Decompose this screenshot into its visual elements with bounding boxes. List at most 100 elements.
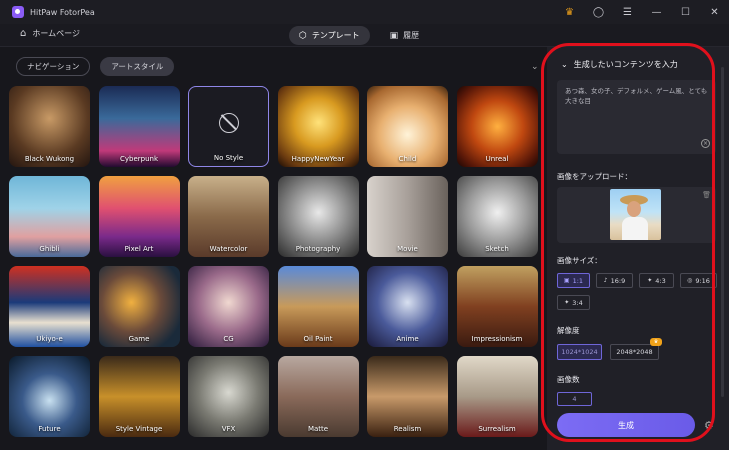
style-card[interactable]: Matte <box>277 356 359 437</box>
style-card-label: Watercolor <box>209 245 248 253</box>
size-4-3[interactable]: ✦ 4:3 <box>639 273 674 288</box>
style-card-label: Black Wukong <box>24 155 75 163</box>
style-card-label: Anime <box>396 335 419 343</box>
tab-history[interactable]: ▣ 履歴 <box>380 26 430 45</box>
style-card[interactable]: CG <box>188 266 269 347</box>
size-1-1[interactable]: ▣ 1:1 <box>557 273 590 288</box>
style-card-label: Pixel Art <box>124 245 154 253</box>
app-title: HitPaw FotorPea <box>30 7 95 17</box>
style-card-label: Surrealism <box>478 425 516 433</box>
style-card-label: Cyberpunk <box>119 155 159 163</box>
style-card-label: CG <box>223 335 234 343</box>
style-card-label: Ukiyo-e <box>36 335 63 343</box>
prompt-input[interactable]: あつ森、女の子、デフォルメ、ゲーム風、とても大きな目 × <box>557 80 716 154</box>
minimize-icon[interactable]: — <box>642 0 671 24</box>
style-card[interactable]: HappyNewYear <box>277 86 359 167</box>
square-icon: ▣ <box>563 277 570 284</box>
app-window: HitPaw FotorPea ♛ ◯ ☰ — ☐ ✕ ⌂ ホームページ ⬡ テ… <box>0 0 729 450</box>
collapse-chevron-icon[interactable]: ⌄ <box>531 62 539 72</box>
app-logo-icon <box>12 6 24 18</box>
style-card-label: Sketch <box>485 245 509 253</box>
style-grid: Black Wukong Cyberpunk No Style HappyNewYea… <box>9 86 539 450</box>
tab-label: テンプレート <box>311 31 360 40</box>
menu-icon[interactable]: ☰ <box>613 0 642 24</box>
size-3-4[interactable]: ✦ 3:4 <box>557 295 590 310</box>
style-card[interactable]: Watercolor <box>188 176 269 257</box>
style-card[interactable]: Realism <box>367 356 448 437</box>
style-card[interactable]: Ukiyo-e <box>9 266 90 347</box>
tab-label: 履歴 <box>403 31 420 40</box>
uploaded-image <box>610 189 661 240</box>
style-card[interactable]: Pixel Art <box>98 176 180 257</box>
trash-icon[interactable]: 🗑 <box>702 191 711 199</box>
home-label: ホームページ <box>32 29 80 38</box>
style-card-label: Photography <box>295 245 341 253</box>
twitter-icon: ✦ <box>564 299 570 306</box>
gear-icon[interactable]: ⚙ <box>704 419 714 432</box>
close-icon[interactable]: ✕ <box>700 0 729 24</box>
count-input[interactable]: 4 <box>557 392 592 406</box>
style-card[interactable]: Oil Paint <box>277 266 359 347</box>
style-card-label: Realism <box>393 425 422 433</box>
twitter-icon: ✦ <box>647 277 653 284</box>
style-card[interactable]: Photography <box>277 176 359 257</box>
style-card[interactable]: VFX <box>188 356 269 437</box>
style-card-label: Future <box>38 425 61 433</box>
style-card-label: Impressionism <box>471 335 523 343</box>
style-card[interactable]: Surrealism <box>456 356 538 437</box>
chevron-down-icon: ⌄ <box>561 60 568 69</box>
generation-panel: ⌄ 生成したいコンテンツを入力 あつ森、女の子、デフォルメ、ゲーム風、とても大き… <box>547 47 729 450</box>
maximize-icon[interactable]: ☐ <box>671 0 700 24</box>
style-card[interactable]: Cyberpunk <box>98 86 180 167</box>
panel-header-label: 生成したいコンテンツを入力 <box>573 60 678 69</box>
count-label: 画像数 <box>557 375 580 384</box>
instagram-icon: ◎ <box>687 277 693 284</box>
panel-scrollbar[interactable] <box>721 67 724 397</box>
upload-area[interactable]: 🗑 <box>557 187 716 243</box>
tab-templates[interactable]: ⬡ テンプレート <box>289 26 370 45</box>
resolution-2048[interactable]: 2048*2048 ♛ <box>610 338 662 360</box>
style-card[interactable]: Anime <box>367 266 448 347</box>
style-card-label: Unreal <box>485 155 509 163</box>
filter-art-style[interactable]: アートスタイル <box>100 57 175 76</box>
navbar: ⌂ ホームページ ⬡ テンプレート ▣ 履歴 <box>0 24 729 47</box>
resolution-label: 解像度 <box>557 326 580 335</box>
style-card[interactable]: Movie <box>367 176 448 257</box>
generate-button[interactable]: 生成 <box>557 413 695 437</box>
style-card-label: Child <box>398 155 417 163</box>
style-card[interactable]: Game <box>98 266 180 347</box>
style-card-label: Oil Paint <box>303 335 333 343</box>
cube-icon: ⬡ <box>299 30 307 41</box>
style-card-label: Ghibli <box>39 245 60 253</box>
style-card-label: VFX <box>221 425 236 433</box>
resolution-2048-label: 2048*2048 <box>616 348 653 356</box>
style-card[interactable]: Impressionism <box>456 266 538 347</box>
home-icon: ⌂ <box>20 28 27 39</box>
style-card[interactable]: Child <box>367 86 448 167</box>
style-card-label: Game <box>128 335 150 343</box>
resolution-1024[interactable]: 1024*1024 <box>557 344 602 360</box>
style-card[interactable]: Ghibli <box>9 176 90 257</box>
size-16-9[interactable]: ♪ 16:9 <box>596 273 633 288</box>
user-icon[interactable]: ◯ <box>584 0 613 24</box>
style-card[interactable]: Unreal <box>456 86 538 167</box>
style-card-label: Matte <box>307 425 329 433</box>
panel-header[interactable]: ⌄ 生成したいコンテンツを入力 <box>561 59 678 70</box>
style-card[interactable]: Sketch <box>456 176 538 257</box>
tiktok-icon: ♪ <box>603 277 608 284</box>
home-button[interactable]: ⌂ ホームページ <box>20 28 80 39</box>
clear-icon[interactable]: × <box>701 139 710 148</box>
style-card[interactable]: Black Wukong <box>9 86 90 167</box>
vip-badge-icon: ♛ <box>650 338 662 346</box>
titlebar: HitPaw FotorPea ♛ ◯ ☰ — ☐ ✕ <box>0 0 729 24</box>
size-label: 画像サイズ： <box>557 256 602 265</box>
style-card[interactable]: Style Vintage <box>98 356 180 437</box>
filter-navigation[interactable]: ナビゲーション <box>16 57 91 76</box>
crown-icon[interactable]: ♛ <box>555 0 584 24</box>
style-card-label: No Style <box>213 154 244 162</box>
size-9-16[interactable]: ◎ 9:16 <box>680 273 717 288</box>
style-card-label: Movie <box>397 245 418 253</box>
style-card[interactable]: No Style <box>188 86 269 167</box>
style-card-label: HappyNewYear <box>291 155 345 163</box>
style-card[interactable]: Future <box>9 356 90 437</box>
